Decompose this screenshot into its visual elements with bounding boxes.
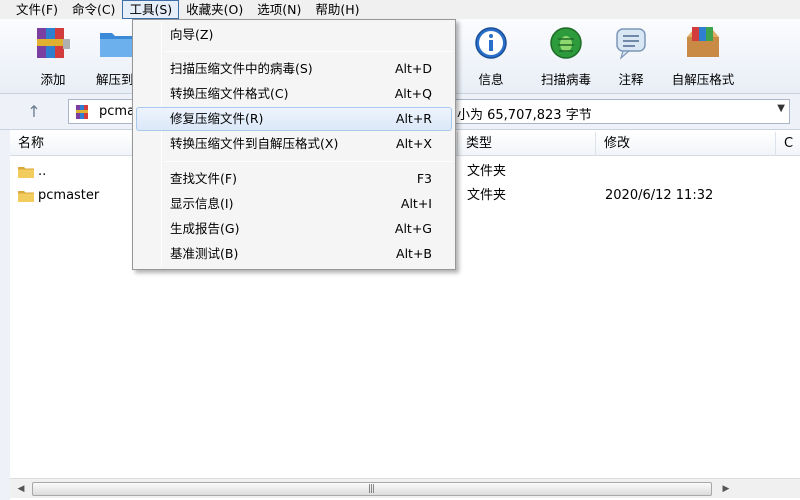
menu-item-find-files[interactable]: 查找文件(F) F3 [136,167,452,191]
menu-item-convert-format[interactable]: 转换压缩文件格式(C) Alt+Q [136,82,452,106]
menu-item-shortcut: Alt+D [394,61,432,76]
info-label: 信息 [478,72,504,87]
menu-item-generate-report[interactable]: 生成报告(G) Alt+G [136,217,452,241]
menu-item-label: 扫描压缩文件中的病毒(S) [170,61,313,76]
menu-tools[interactable]: 工具(S) [122,0,180,19]
menu-favorites[interactable]: 收藏夹(O) [179,0,250,19]
sfx-button[interactable]: 自解压格式 [668,25,738,88]
menu-item-shortcut: Alt+G [394,221,432,236]
menu-options[interactable]: 选项(N) [250,0,308,19]
menu-command[interactable]: 命令(C) [65,0,122,19]
menu-item-shortcut: F3 [416,171,432,186]
add-button[interactable]: 添加 [18,25,88,88]
menu-item-scan-virus[interactable]: 扫描压缩文件中的病毒(S) Alt+D [136,57,452,81]
menu-item-convert-sfx[interactable]: 转换压缩文件到自解压格式(X) Alt+X [136,132,452,156]
menu-item-label: 修复压缩文件(R) [170,111,264,126]
menu-item-shortcut: Alt+B [396,246,432,261]
menu-item-label: 生成报告(G) [170,221,240,236]
extract-folder-icon [97,25,137,61]
menu-separator [165,51,453,52]
menu-item-shortcut: Alt+Q [394,86,432,101]
tools-menu: 向导(Z) 扫描压缩文件中的病毒(S) Alt+D 转换压缩文件格式(C) Al… [132,19,456,270]
add-archive-icon [33,25,73,61]
scan-virus-button[interactable]: 扫描病毒 [531,25,601,88]
scroll-thumb[interactable]: ||| [32,482,712,496]
item-type: 文件夹 [467,164,507,179]
folder-icon [18,191,34,202]
scroll-left-icon[interactable]: ◀ [13,483,29,495]
dropdown-arrow-icon[interactable]: ▼ [777,103,785,114]
left-frame [0,130,10,500]
path-text: pcma [99,104,136,119]
info-button[interactable]: 信息 [456,25,526,88]
comment-label: 注释 [618,72,644,87]
column-modified[interactable]: 修改 [596,132,776,156]
menu-item-label: 基准测试(B) [170,246,239,261]
add-button-label: 添加 [40,72,66,87]
menu-item-label: 转换压缩文件格式(C) [170,86,289,101]
column-type[interactable]: 类型 [458,132,596,156]
menu-item-shortcut: Alt+R [395,111,432,126]
menu-separator [165,161,453,162]
menu-help[interactable]: 帮助(H) [308,0,366,19]
menu-item-wizard[interactable]: 向导(Z) [136,23,452,47]
comment-button[interactable]: 注释 [596,25,666,88]
item-modified: 2020/6/12 11:32 [605,188,714,203]
item-type: 文件夹 [467,188,507,203]
archive-icon [76,105,88,119]
item-name: pcmaster [38,188,100,203]
menu-item-shortcut: Alt+I [400,196,432,211]
menu-item-show-info[interactable]: 显示信息(I) Alt+I [136,192,452,216]
menu-item-shortcut: Alt+X [396,136,432,151]
up-arrow-icon[interactable]: ↑ [22,101,46,123]
menu-bar: 文件(F) 命令(C) 工具(S) 收藏夹(O) 选项(N) 帮助(H) [0,0,800,19]
menu-item-label: 查找文件(F) [170,171,237,186]
item-name: .. [38,164,47,179]
menu-item-benchmark[interactable]: 基准测试(B) Alt+B [136,242,452,266]
comment-icon [611,25,651,61]
scan-virus-label: 扫描病毒 [540,72,591,87]
grip-icon: ||| [368,484,375,494]
menu-item-label: 显示信息(I) [170,196,234,211]
menu-item-label: 向导(Z) [170,27,214,42]
menu-file[interactable]: 文件(F) [0,0,65,19]
scroll-right-icon[interactable]: ▶ [718,483,734,495]
sfx-box-icon [683,25,723,61]
menu-item-label: 转换压缩文件到自解压格式(X) [170,136,339,151]
info-icon [471,25,511,61]
virus-scan-icon [546,25,586,61]
menu-item-repair[interactable]: 修复压缩文件(R) Alt+R [136,107,452,131]
folder-icon [18,167,34,178]
sfx-label: 自解压格式 [671,72,735,87]
horizontal-scrollbar[interactable]: ◀ ||| ▶ [10,478,800,498]
column-crc[interactable]: C [776,132,800,156]
archive-size-info: 小为 65,707,823 字节 [457,108,592,123]
